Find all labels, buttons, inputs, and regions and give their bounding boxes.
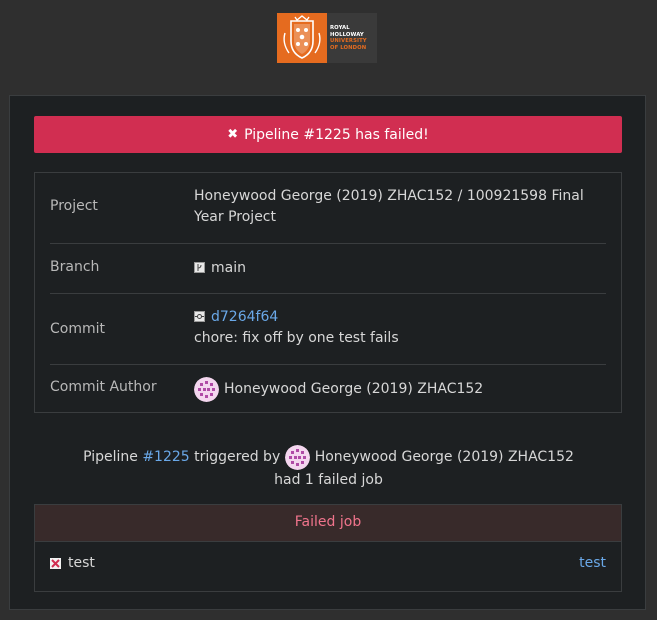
summary-triggered-by: triggered by: [194, 449, 281, 465]
logo-line-4: OF LONDON: [330, 44, 367, 51]
job-name[interactable]: test: [68, 555, 95, 571]
banner-text: Pipeline #1225 has failed!: [244, 126, 429, 143]
job-name-cell: test: [50, 555, 95, 571]
table-row: test test: [35, 542, 621, 592]
job-stage-link[interactable]: test: [579, 555, 606, 571]
summary-prefix: Pipeline: [83, 449, 138, 465]
crest-icon: [277, 13, 327, 63]
pipeline-details-table: Project Honeywood George (2019) ZHAC152 …: [34, 172, 622, 413]
commit-value-wrap: d7264f64 chore: fix off by one test fail…: [194, 307, 606, 349]
email-card: ✖ Pipeline #1225 has failed! Project Hon…: [9, 95, 646, 610]
pipeline-failed-banner: ✖ Pipeline #1225 has failed!: [34, 116, 622, 153]
commit-row: Commit d7264f64 chore: fix off by one te…: [50, 294, 606, 365]
branch-value-wrap: main: [194, 258, 606, 279]
project-row: Project Honeywood George (2019) ZHAC152 …: [50, 173, 606, 244]
branch-icon: [194, 262, 205, 273]
commit-sha-link[interactable]: d7264f64: [211, 309, 278, 325]
pipeline-summary: Pipeline #1225 triggered by Honeywood Ge…: [10, 445, 647, 491]
project-label: Project: [50, 198, 98, 214]
logo-wordmark: ROYAL HOLLOWAY UNIVERSITY OF LONDON: [327, 13, 377, 63]
close-icon: ✖: [227, 127, 239, 142]
avatar[interactable]: [284, 445, 310, 470]
summary-result: had 1 failed job: [274, 472, 383, 488]
commit-icon: [194, 311, 205, 322]
commit-author-name[interactable]: Honeywood George (2019) ZHAC152: [224, 379, 483, 400]
university-logo: ROYAL HOLLOWAY UNIVERSITY OF LONDON: [277, 13, 377, 63]
commit-label: Commit: [50, 321, 105, 337]
commit-author-label: Commit Author: [50, 379, 157, 395]
failed-jobs-header: Failed job: [35, 505, 621, 542]
failed-x-icon: [50, 557, 61, 569]
commit-author-row: Commit Author Honeywood George (2019) ZH…: [50, 365, 606, 413]
pipeline-link[interactable]: #1225: [142, 447, 189, 468]
avatar[interactable]: [194, 377, 219, 402]
branch-value[interactable]: main: [211, 260, 246, 276]
commit-message: chore: fix off by one test fails: [194, 330, 399, 346]
branch-label: Branch: [50, 259, 100, 275]
branch-row: Branch main: [50, 244, 606, 294]
project-value[interactable]: Honeywood George (2019) ZHAC152 / 100921…: [194, 186, 606, 228]
summary-user[interactable]: Honeywood George (2019) ZHAC152: [315, 447, 574, 468]
failed-jobs-table: Failed job test test: [34, 504, 622, 592]
commit-author-value: Honeywood George (2019) ZHAC152: [194, 377, 606, 402]
